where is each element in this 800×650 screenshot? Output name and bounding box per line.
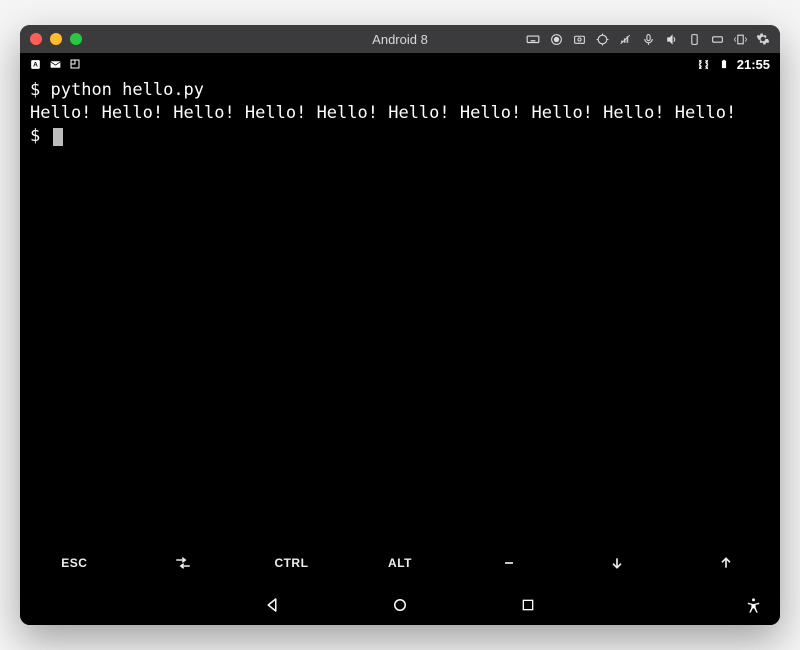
settings-icon[interactable]	[756, 32, 770, 46]
record-icon[interactable]	[549, 32, 563, 46]
zoom-button[interactable]	[70, 33, 82, 45]
mac-titlebar: Android 8	[20, 25, 780, 53]
key-esc[interactable]: ESC	[20, 556, 129, 570]
prompt: $	[30, 80, 40, 100]
key-ctrl[interactable]: CTRL	[237, 556, 346, 570]
rotate-portrait-icon[interactable]	[687, 32, 701, 46]
minimize-button[interactable]	[50, 33, 62, 45]
terminal[interactable]: $ python hello.py Hello! Hello! Hello! H…	[20, 75, 780, 541]
cursor	[53, 128, 63, 146]
key-minus[interactable]	[454, 555, 563, 571]
mail-icon	[48, 57, 62, 71]
shake-icon[interactable]	[733, 32, 747, 46]
key-alt[interactable]: ALT	[346, 556, 455, 570]
clock: 21:55	[737, 57, 770, 72]
battery-icon	[717, 57, 731, 71]
key-tab[interactable]	[129, 554, 238, 572]
traffic-lights	[30, 33, 82, 45]
nav-recents-button[interactable]	[519, 596, 537, 614]
output-text: Hello! Hello! Hello! Hello! Hello! Hello…	[30, 103, 736, 123]
accessibility-icon[interactable]	[744, 596, 762, 614]
prompt: $	[30, 126, 40, 146]
android-status-bar[interactable]: A 21:55	[20, 53, 780, 75]
android-nav-bar	[20, 585, 780, 625]
extra-keys-row: ESC CTRL ALT	[20, 541, 780, 585]
emulator-toolbar	[526, 32, 770, 46]
command-text: python hello.py	[51, 80, 205, 100]
key-arrow-down[interactable]	[563, 555, 672, 571]
cellular-icon[interactable]	[618, 32, 632, 46]
screenshot-icon[interactable]	[572, 32, 586, 46]
rotate-landscape-icon[interactable]	[710, 32, 724, 46]
key-arrow-up[interactable]	[671, 555, 780, 571]
expand-icon	[697, 57, 711, 71]
microphone-icon[interactable]	[641, 32, 655, 46]
nav-home-button[interactable]	[391, 596, 409, 614]
app-icon	[68, 57, 82, 71]
svg-text:A: A	[33, 61, 38, 68]
location-icon[interactable]	[595, 32, 609, 46]
keyboard-icon[interactable]	[526, 32, 540, 46]
close-button[interactable]	[30, 33, 42, 45]
emulator-window: Android 8	[20, 25, 780, 625]
volume-icon[interactable]	[664, 32, 678, 46]
notification-icon: A	[28, 57, 42, 71]
nav-back-button[interactable]	[263, 596, 281, 614]
